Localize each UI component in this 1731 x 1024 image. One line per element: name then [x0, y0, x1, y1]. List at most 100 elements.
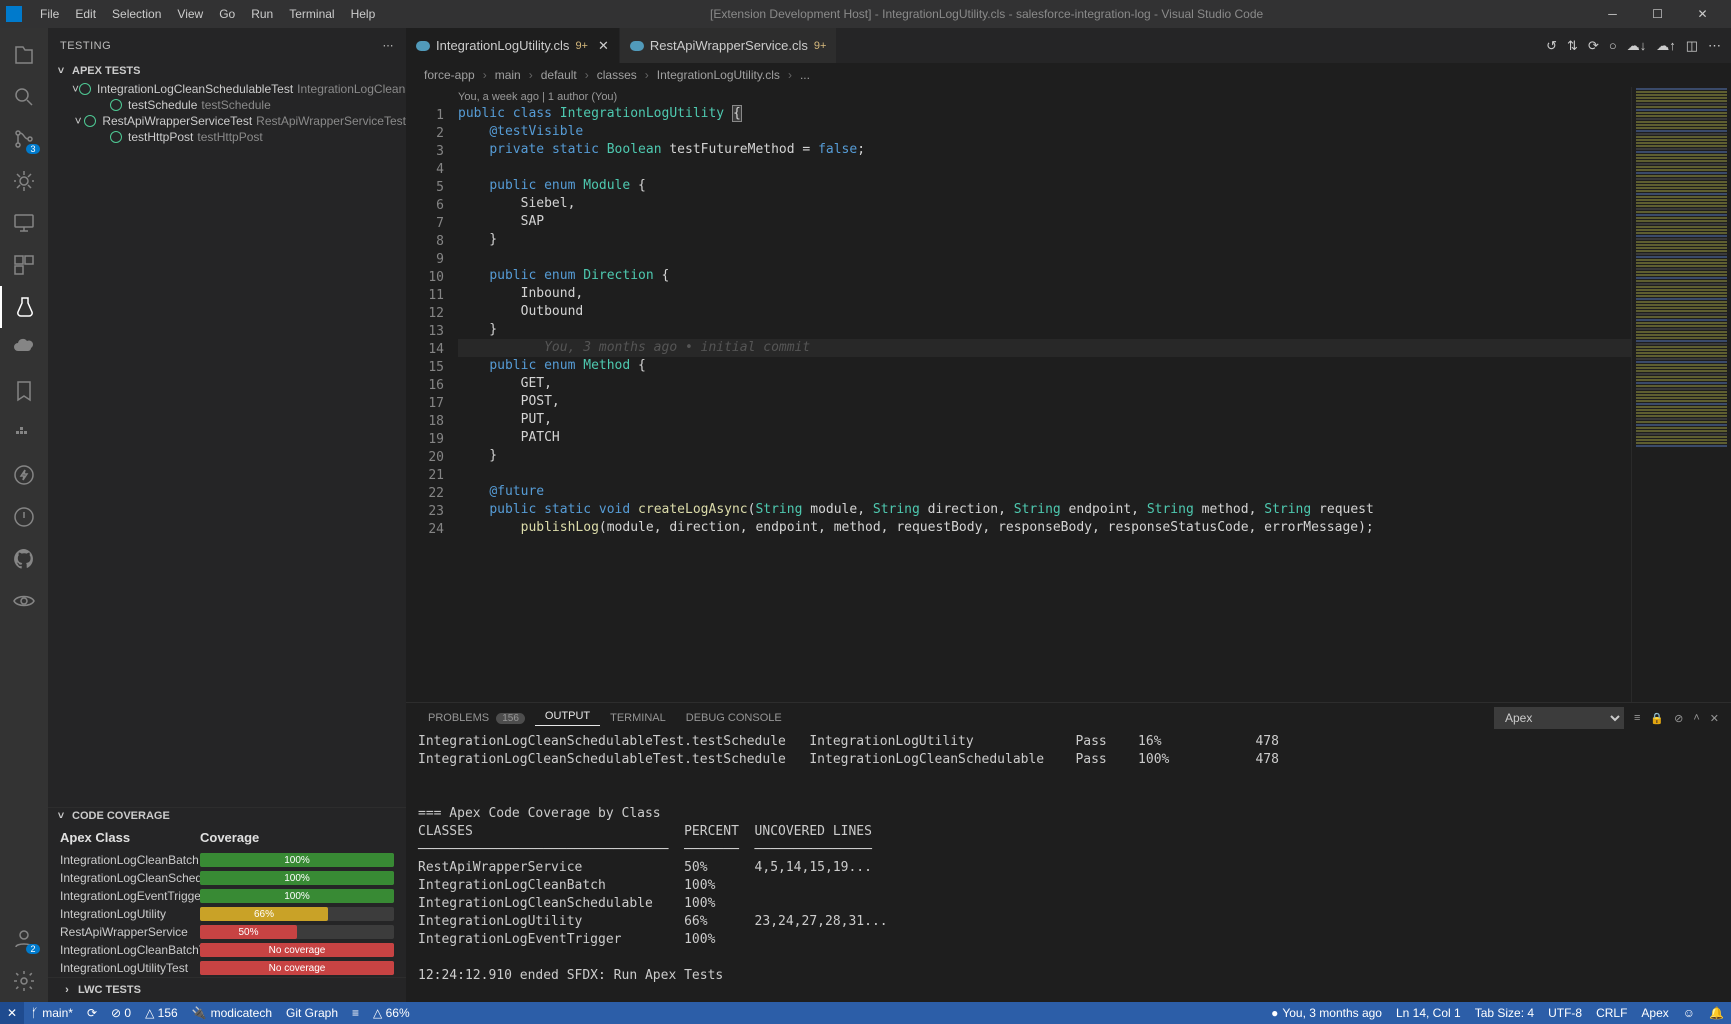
- code-coverage-section[interactable]: ˅ CODE COVERAGE: [48, 808, 406, 824]
- test-item[interactable]: ˅RestApiWrapperServiceTestRestApiWrapper…: [48, 113, 406, 129]
- more-icon[interactable]: ⋯: [383, 39, 395, 52]
- problems-tab[interactable]: PROBLEMS 156: [418, 712, 535, 724]
- terminal-tab[interactable]: TERMINAL: [600, 712, 676, 724]
- gitlens-icon[interactable]: [0, 580, 48, 622]
- warnings-status[interactable]: △ 156: [138, 1002, 185, 1024]
- tab-IntegrationLogUtility.cls[interactable]: IntegrationLogUtility.cls9+✕: [406, 28, 620, 63]
- test-item[interactable]: ˅IntegrationLogCleanSchedulableTestInteg…: [48, 81, 406, 97]
- errors-status[interactable]: ⊘ 0: [104, 1002, 138, 1024]
- cursor-position[interactable]: Ln 14, Col 1: [1389, 1002, 1468, 1024]
- breadcrumb-item[interactable]: force-app: [424, 68, 475, 82]
- chevron-down-icon: ˅: [54, 810, 68, 822]
- explorer-icon[interactable]: [0, 34, 48, 76]
- list-icon[interactable]: ≡: [345, 1002, 366, 1024]
- minimize-button[interactable]: ─: [1590, 0, 1635, 28]
- issues-icon[interactable]: [0, 496, 48, 538]
- test-item[interactable]: testHttpPosttestHttpPost: [48, 129, 406, 145]
- breadcrumb-item[interactable]: default: [541, 68, 577, 82]
- lock-icon[interactable]: 🔒: [1650, 712, 1664, 725]
- maximize-button[interactable]: ☐: [1635, 0, 1680, 28]
- history-icon[interactable]: ↺: [1546, 38, 1557, 54]
- modified-badge: 9+: [814, 40, 827, 52]
- cloud-download-icon[interactable]: ☁↓: [1627, 38, 1647, 54]
- split-icon[interactable]: ◫: [1686, 38, 1698, 54]
- output-tab[interactable]: OUTPUT: [535, 710, 600, 726]
- remote-indicator[interactable]: ✕: [0, 1002, 24, 1024]
- coverage-status[interactable]: △ 66%: [366, 1002, 417, 1024]
- menu-terminal[interactable]: Terminal: [281, 7, 342, 21]
- debug-console-tab[interactable]: DEBUG CONSOLE: [676, 712, 792, 724]
- filter-icon[interactable]: ≡: [1634, 712, 1640, 724]
- salesforce-icon[interactable]: [0, 328, 48, 370]
- gutter: 123456789101112131415161718192021222324: [406, 87, 458, 702]
- menu-run[interactable]: Run: [243, 7, 281, 21]
- settings-gear-icon[interactable]: [0, 960, 48, 1002]
- debug-icon[interactable]: [0, 160, 48, 202]
- code[interactable]: You, a week ago | 1 author (You)public c…: [458, 87, 1631, 702]
- coverage-row[interactable]: IntegrationLogCleanBatch100%: [48, 851, 406, 869]
- coverage-row[interactable]: IntegrationLogUtilityTestNo coverage: [48, 959, 406, 977]
- tab-RestApiWrapperService.cls[interactable]: RestApiWrapperService.cls9+: [620, 28, 838, 63]
- language-mode[interactable]: Apex: [1634, 1002, 1675, 1024]
- coverage-row[interactable]: IntegrationLogUtility66%: [48, 905, 406, 923]
- coverage-row[interactable]: RestApiWrapperService50%: [48, 923, 406, 941]
- menu-file[interactable]: File: [32, 7, 67, 21]
- docker-icon[interactable]: [0, 412, 48, 454]
- cloud-icon: [630, 41, 644, 51]
- branch-status[interactable]: ᚶ main*: [24, 1002, 80, 1024]
- coverage-row[interactable]: IntegrationLogEventTrigger100%: [48, 887, 406, 905]
- remote-explorer-icon[interactable]: [0, 202, 48, 244]
- menu-selection[interactable]: Selection: [104, 7, 169, 21]
- test-item[interactable]: testScheduletestSchedule: [48, 97, 406, 113]
- feedback-icon[interactable]: ☺: [1676, 1002, 1702, 1024]
- notifications-icon[interactable]: 🔔: [1702, 1002, 1731, 1024]
- encoding[interactable]: UTF-8: [1541, 1002, 1589, 1024]
- codelens[interactable]: You, a week ago | 1 author (You): [458, 89, 1631, 105]
- editor[interactable]: 123456789101112131415161718192021222324 …: [406, 87, 1731, 702]
- breadcrumbs[interactable]: force-app main default classes IntegrationLo…: [406, 63, 1731, 87]
- refresh-icon[interactable]: ⟳: [1588, 38, 1599, 54]
- breadcrumb-item[interactable]: classes: [597, 68, 637, 82]
- breadcrumb-item[interactable]: ...: [800, 68, 810, 82]
- github-icon[interactable]: [0, 538, 48, 580]
- close-tab-icon[interactable]: ✕: [598, 38, 609, 54]
- coverage-header: Apex Class Coverage: [48, 824, 406, 851]
- close-panel-icon[interactable]: ✕: [1710, 712, 1719, 725]
- search-icon[interactable]: [0, 76, 48, 118]
- gitgraph-status[interactable]: Git Graph: [279, 1002, 345, 1024]
- output-channel-select[interactable]: Apex: [1494, 707, 1624, 729]
- coverage-bar-fill: 100%: [200, 871, 394, 885]
- breadcrumb-item[interactable]: main: [495, 68, 521, 82]
- lwc-tests-section[interactable]: › LWC TESTS: [54, 982, 400, 998]
- close-button[interactable]: ✕: [1680, 0, 1725, 28]
- testing-icon[interactable]: [0, 286, 48, 328]
- menu-view[interactable]: View: [169, 7, 211, 21]
- apex-tests-section[interactable]: ˅ APEX TESTS: [48, 63, 406, 79]
- sync-status[interactable]: ⟳: [80, 1002, 104, 1024]
- cloud-upload-icon[interactable]: ☁↑: [1656, 38, 1676, 54]
- breadcrumb-item[interactable]: IntegrationLogUtility.cls: [657, 68, 780, 82]
- clear-icon[interactable]: ⊘: [1674, 712, 1683, 725]
- eol[interactable]: CRLF: [1589, 1002, 1634, 1024]
- thunder-icon[interactable]: [0, 454, 48, 496]
- sync-icon[interactable]: ○: [1609, 38, 1617, 53]
- more-icon[interactable]: ⋯: [1708, 38, 1721, 54]
- coverage-row[interactable]: IntegrationLogCleanBatchTestNo coverage: [48, 941, 406, 959]
- tab-size[interactable]: Tab Size: 4: [1468, 1002, 1541, 1024]
- expand-icon[interactable]: ˄: [1693, 712, 1699, 724]
- compare-icon[interactable]: ⇅: [1567, 38, 1578, 54]
- coverage-row[interactable]: IntegrationLogCleanSchedulable100%: [48, 869, 406, 887]
- minimap[interactable]: [1631, 87, 1731, 702]
- accounts-icon[interactable]: 2: [0, 918, 48, 960]
- extensions-icon[interactable]: [0, 244, 48, 286]
- blame-status[interactable]: ● You, 3 months ago: [1264, 1002, 1389, 1024]
- menu-go[interactable]: Go: [211, 7, 243, 21]
- scm-icon[interactable]: 3: [0, 118, 48, 160]
- coverage-class-name: IntegrationLogUtilityTest: [60, 961, 200, 975]
- menu-help[interactable]: Help: [343, 7, 384, 21]
- bookmark-icon[interactable]: [0, 370, 48, 412]
- editor-group: IntegrationLogUtility.cls9+✕RestApiWrapp…: [406, 28, 1731, 1002]
- menu-edit[interactable]: Edit: [67, 7, 104, 21]
- output-content[interactable]: IntegrationLogCleanSchedulableTest.testS…: [406, 733, 1731, 1002]
- org-status[interactable]: 🔌 modicatech: [185, 1002, 279, 1024]
